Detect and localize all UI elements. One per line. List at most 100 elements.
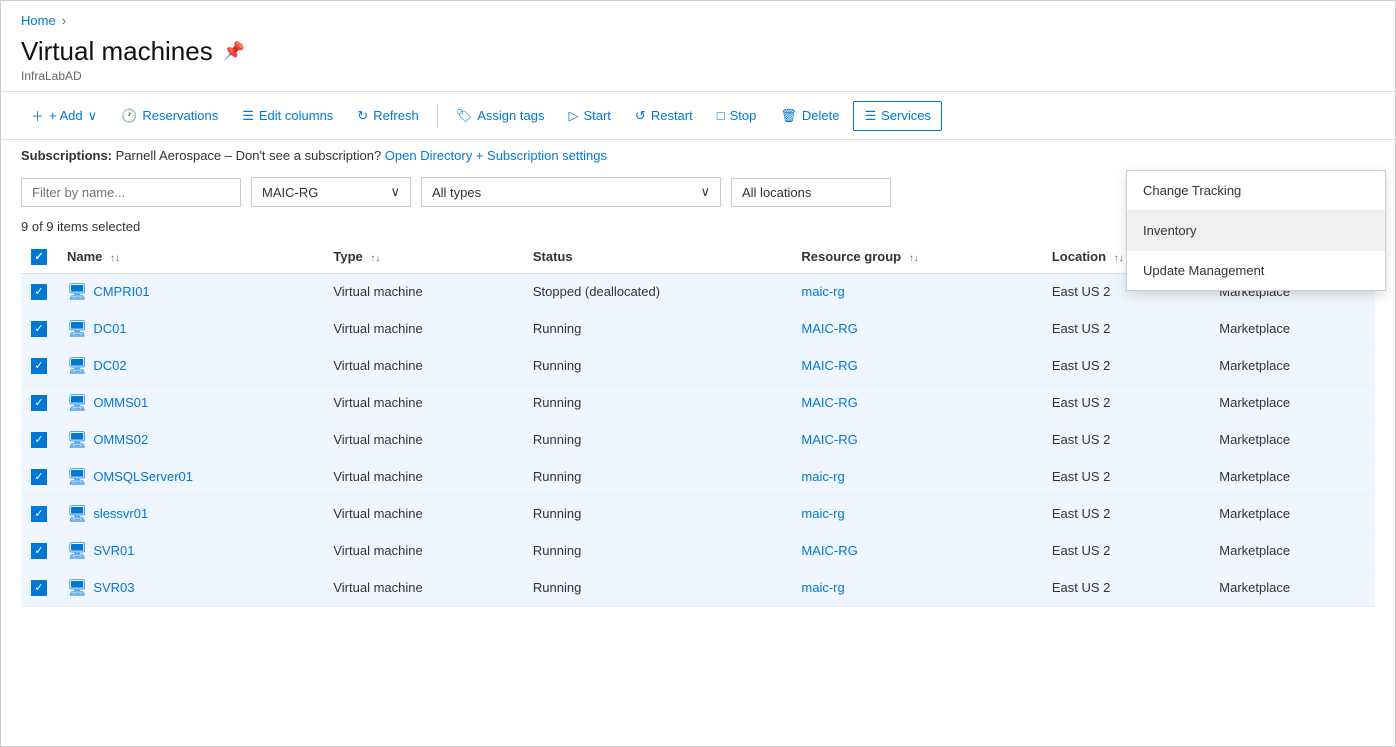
vm-name-link[interactable]: OMSQLServer01	[93, 469, 193, 484]
row-checkbox[interactable]: ✓	[31, 284, 47, 300]
row-checkbox-cell[interactable]: ✓	[21, 347, 57, 384]
vm-icon: 🖥	[67, 319, 87, 339]
reservations-button[interactable]: 🕐 Reservations	[111, 102, 228, 130]
resource-group-link[interactable]: MAIC-RG	[801, 432, 857, 447]
vm-name-link[interactable]: slessvr01	[93, 506, 148, 521]
vm-icon: 🖥	[67, 504, 87, 524]
pin-icon[interactable]: 📌	[223, 41, 245, 62]
refresh-button[interactable]: ↻ Refresh	[347, 102, 428, 130]
row-source-cell: Marketplace	[1209, 532, 1375, 569]
resource-group-link[interactable]: MAIC-RG	[801, 358, 857, 373]
resource-group-filter[interactable]: MAIC-RG ∨	[251, 177, 411, 207]
type-filter[interactable]: All types ∨	[421, 177, 721, 207]
vm-name-link[interactable]: SVR01	[93, 543, 134, 558]
location-filter[interactable]: All locations	[731, 178, 891, 207]
resource-group-link[interactable]: MAIC-RG	[801, 543, 857, 558]
resource-group-link[interactable]: maic-rg	[801, 469, 844, 484]
stop-button[interactable]: □ Stop	[707, 102, 767, 129]
dropdown-item-change-tracking[interactable]: Change Tracking	[1127, 171, 1385, 211]
subscriptions-label: Subscriptions:	[21, 148, 112, 163]
row-checkbox-cell[interactable]: ✓	[21, 310, 57, 347]
row-rg-cell: maic-rg	[791, 569, 1041, 606]
row-name-cell: 🖥 OMMS01	[57, 384, 323, 421]
row-name-cell: 🖥 OMMS02	[57, 421, 323, 458]
row-status-cell: Running	[523, 347, 792, 384]
row-checkbox-cell[interactable]: ✓	[21, 532, 57, 569]
chevron-down-icon: ∨	[700, 184, 710, 200]
row-checkbox[interactable]: ✓	[31, 395, 47, 411]
resource-group-link[interactable]: maic-rg	[801, 284, 844, 299]
vm-name-link[interactable]: DC01	[93, 321, 126, 336]
row-location-cell: East US 2	[1042, 532, 1209, 569]
row-name-cell: 🖥 CMPRI01	[57, 273, 323, 310]
dropdown-item-inventory[interactable]: Inventory	[1127, 211, 1385, 251]
row-status-cell: Running	[523, 384, 792, 421]
row-source-cell: Marketplace	[1209, 495, 1375, 532]
open-directory-link[interactable]: Open Directory + Subscription settings	[385, 148, 607, 163]
vm-table: ✓ Name ↑↓ Type ↑↓ Status Resource group …	[21, 240, 1375, 607]
row-source-cell: Marketplace	[1209, 384, 1375, 421]
row-name-cell: 🖥 DC02	[57, 347, 323, 384]
sort-icon: ↑↓	[370, 253, 380, 264]
row-status-cell: Running	[523, 421, 792, 458]
vm-icon: 🖥	[67, 541, 87, 561]
filter-name-input[interactable]	[21, 178, 241, 207]
add-button[interactable]: ＋ + Add ∨	[21, 100, 107, 131]
row-checkbox[interactable]: ✓	[31, 358, 47, 374]
row-type-cell: Virtual machine	[323, 569, 523, 606]
col-header-status[interactable]: Status	[523, 240, 792, 273]
row-location-cell: East US 2	[1042, 458, 1209, 495]
row-rg-cell: maic-rg	[791, 273, 1041, 310]
select-all-checkbox[interactable]: ✓	[31, 249, 47, 265]
row-checkbox-cell[interactable]: ✓	[21, 569, 57, 606]
services-button[interactable]: ☰ Services	[853, 101, 942, 131]
assign-tags-button[interactable]: 🏷 Assign tags	[446, 102, 555, 130]
vm-name-link[interactable]: DC02	[93, 358, 126, 373]
vm-name-link[interactable]: OMMS01	[93, 395, 148, 410]
row-checkbox[interactable]: ✓	[31, 432, 47, 448]
col-header-type[interactable]: Type ↑↓	[323, 240, 523, 273]
row-type-cell: Virtual machine	[323, 421, 523, 458]
delete-button[interactable]: 🗑 Delete	[770, 102, 849, 130]
table-row: ✓ 🖥 slessvr01 Virtual machine Running ma…	[21, 495, 1375, 532]
row-type-cell: Virtual machine	[323, 495, 523, 532]
start-button[interactable]: ▷ Start	[558, 102, 620, 130]
row-source-cell: Marketplace	[1209, 347, 1375, 384]
row-checkbox[interactable]: ✓	[31, 580, 47, 596]
vm-name-link[interactable]: CMPRI01	[93, 284, 149, 299]
edit-columns-button[interactable]: ☰ Edit columns	[232, 102, 343, 130]
row-source-cell: Marketplace	[1209, 310, 1375, 347]
row-rg-cell: MAIC-RG	[791, 347, 1041, 384]
resource-group-link[interactable]: MAIC-RG	[801, 395, 857, 410]
resource-group-link[interactable]: maic-rg	[801, 580, 844, 595]
row-checkbox-cell[interactable]: ✓	[21, 458, 57, 495]
row-checkbox[interactable]: ✓	[31, 469, 47, 485]
col-header-name[interactable]: Name ↑↓	[57, 240, 323, 273]
row-location-cell: East US 2	[1042, 347, 1209, 384]
row-checkbox[interactable]: ✓	[31, 321, 47, 337]
vm-name-link[interactable]: SVR03	[93, 580, 134, 595]
row-rg-cell: MAIC-RG	[791, 421, 1041, 458]
row-checkbox-cell[interactable]: ✓	[21, 273, 57, 310]
row-checkbox-cell[interactable]: ✓	[21, 421, 57, 458]
dropdown-item-update-management[interactable]: Update Management	[1127, 251, 1385, 290]
table-row: ✓ 🖥 OMSQLServer01 Virtual machine Runnin…	[21, 458, 1375, 495]
vm-icon: 🖥	[67, 430, 87, 450]
resource-group-link[interactable]: maic-rg	[801, 506, 844, 521]
resource-group-link[interactable]: MAIC-RG	[801, 321, 857, 336]
restart-button[interactable]: ↺ Restart	[625, 102, 703, 130]
row-location-cell: East US 2	[1042, 384, 1209, 421]
row-checkbox[interactable]: ✓	[31, 543, 47, 559]
vm-name-link[interactable]: OMMS02	[93, 432, 148, 447]
row-status-cell: Running	[523, 495, 792, 532]
col-header-resource-group[interactable]: Resource group ↑↓	[791, 240, 1041, 273]
row-checkbox[interactable]: ✓	[31, 506, 47, 522]
page-title: Virtual machines	[21, 36, 213, 67]
toolbar: ＋ + Add ∨ 🕐 Reservations ☰ Edit columns …	[1, 91, 1395, 140]
row-checkbox-cell[interactable]: ✓	[21, 495, 57, 532]
row-name-cell: 🖥 SVR01	[57, 532, 323, 569]
row-location-cell: East US 2	[1042, 569, 1209, 606]
breadcrumb-home[interactable]: Home	[21, 13, 56, 28]
row-status-cell: Running	[523, 458, 792, 495]
row-checkbox-cell[interactable]: ✓	[21, 384, 57, 421]
